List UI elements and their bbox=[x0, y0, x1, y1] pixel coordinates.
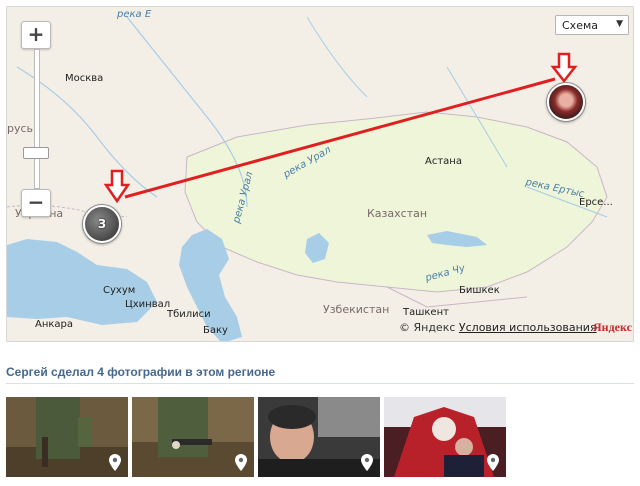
city-sukhum: Сухум bbox=[103, 285, 136, 296]
map-type-select[interactable]: Схема ▼ bbox=[555, 15, 629, 35]
country-kazakhstan: Казахстан bbox=[367, 207, 428, 220]
chevron-down-icon: ▼ bbox=[616, 19, 623, 29]
map-attribution: © Яндекс Условия использования bbox=[399, 321, 597, 334]
city-tskhinval: Цхинвал bbox=[125, 299, 171, 310]
city-ankara: Анкара bbox=[35, 319, 74, 330]
photo-thumbnail[interactable] bbox=[132, 397, 254, 477]
cluster-count: 3 bbox=[97, 217, 107, 231]
location-pin-icon bbox=[487, 454, 499, 471]
city-bishkek: Бишкек bbox=[459, 285, 500, 296]
photo-thumbnail[interactable] bbox=[384, 397, 506, 477]
location-pin-icon bbox=[361, 454, 373, 471]
zoom-slider-track[interactable] bbox=[34, 49, 40, 189]
location-pin-icon bbox=[235, 454, 247, 471]
zoom-in-button[interactable]: + bbox=[21, 21, 51, 49]
photo-cluster-marker[interactable]: 3 bbox=[83, 205, 121, 243]
photo-thumbnail[interactable] bbox=[6, 397, 128, 477]
terms-link[interactable]: Условия использования bbox=[459, 321, 597, 334]
copyright-text: © Яндекс bbox=[399, 321, 456, 334]
map[interactable]: река Е Москва русь Украина Астана Казахс… bbox=[6, 6, 634, 342]
zoom-slider-handle[interactable] bbox=[23, 147, 49, 159]
map-label: Ерсе... bbox=[579, 197, 613, 208]
city-baku: Баку bbox=[203, 325, 228, 336]
photo-marker[interactable] bbox=[547, 83, 585, 121]
city-astana: Астана bbox=[425, 156, 462, 167]
location-pin-icon bbox=[109, 454, 121, 471]
river-label: река Е bbox=[117, 9, 152, 20]
country-uzbekistan: Узбекистан bbox=[323, 303, 390, 316]
zoom-control: + − bbox=[21, 21, 51, 217]
city-moskva: Москва bbox=[65, 73, 104, 84]
photos-heading[interactable]: Сергей сделал 4 фотографии в этом регион… bbox=[6, 365, 275, 379]
city-tbilisi: Тбилиси bbox=[167, 309, 211, 320]
divider bbox=[6, 383, 634, 384]
city-tashkent: Ташкент bbox=[403, 307, 449, 318]
map-base bbox=[7, 7, 633, 341]
map-type-value: Схема bbox=[562, 19, 598, 32]
photo-thumbnail[interactable] bbox=[258, 397, 380, 477]
zoom-out-button[interactable]: − bbox=[21, 189, 51, 217]
yandex-logo[interactable]: Яндекс bbox=[593, 320, 632, 335]
